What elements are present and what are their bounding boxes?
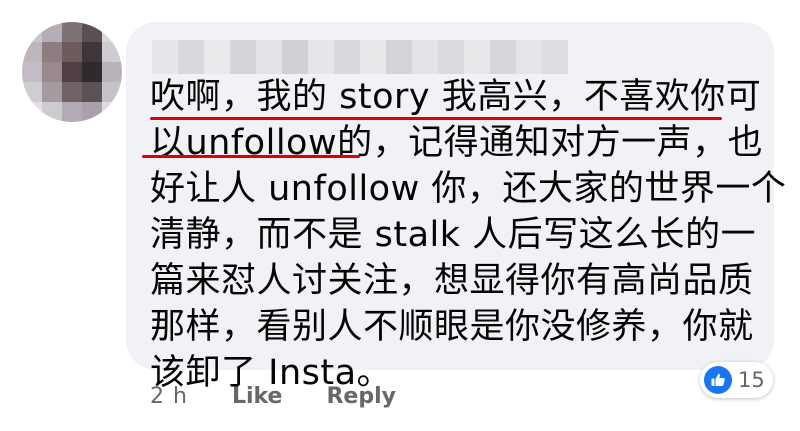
commenter-name-redacted[interactable]: [152, 40, 572, 74]
comment-line: 以unfollow的，记得通知对方一声，也: [150, 123, 764, 163]
comment-bubble: 吹啊，我的 story 我高兴，不喜欢你可 以unfollow的，记得通知对方一…: [126, 22, 786, 393]
comment-text: 吹啊，我的 story 我高兴，不喜欢你可 以unfollow的，记得通知对方一…: [150, 74, 787, 396]
red-underline-annotation: [142, 155, 360, 158]
comment-line: 好让人 unfollow 你，还大家的世界一个: [150, 169, 787, 209]
comment-screenshot: 吹啊，我的 story 我高兴，不喜欢你可 以unfollow的，记得通知对方一…: [0, 0, 800, 431]
comment-line: 篇来怼人讨关注，想显得你有高尚品质: [150, 261, 754, 301]
like-button[interactable]: Like: [232, 384, 283, 409]
comment-line: 清静，而不是 stalk 人后写这么长的一: [150, 215, 757, 255]
comment-timestamp[interactable]: 2 h: [150, 384, 188, 409]
reply-button[interactable]: Reply: [326, 384, 396, 409]
comment-line: 吹啊，我的 story 我高兴，不喜欢你可: [150, 77, 762, 117]
comment-actions: 2 h Like Reply: [150, 376, 396, 416]
comment-line: 那样，看别人不顺眼是你没修养，你就: [150, 307, 754, 347]
reaction-summary[interactable]: 15: [700, 362, 773, 398]
red-underline-annotation: [150, 117, 722, 120]
reaction-count: 15: [738, 368, 765, 392]
avatar[interactable]: [22, 22, 122, 122]
thumbs-up-icon: [704, 366, 732, 394]
